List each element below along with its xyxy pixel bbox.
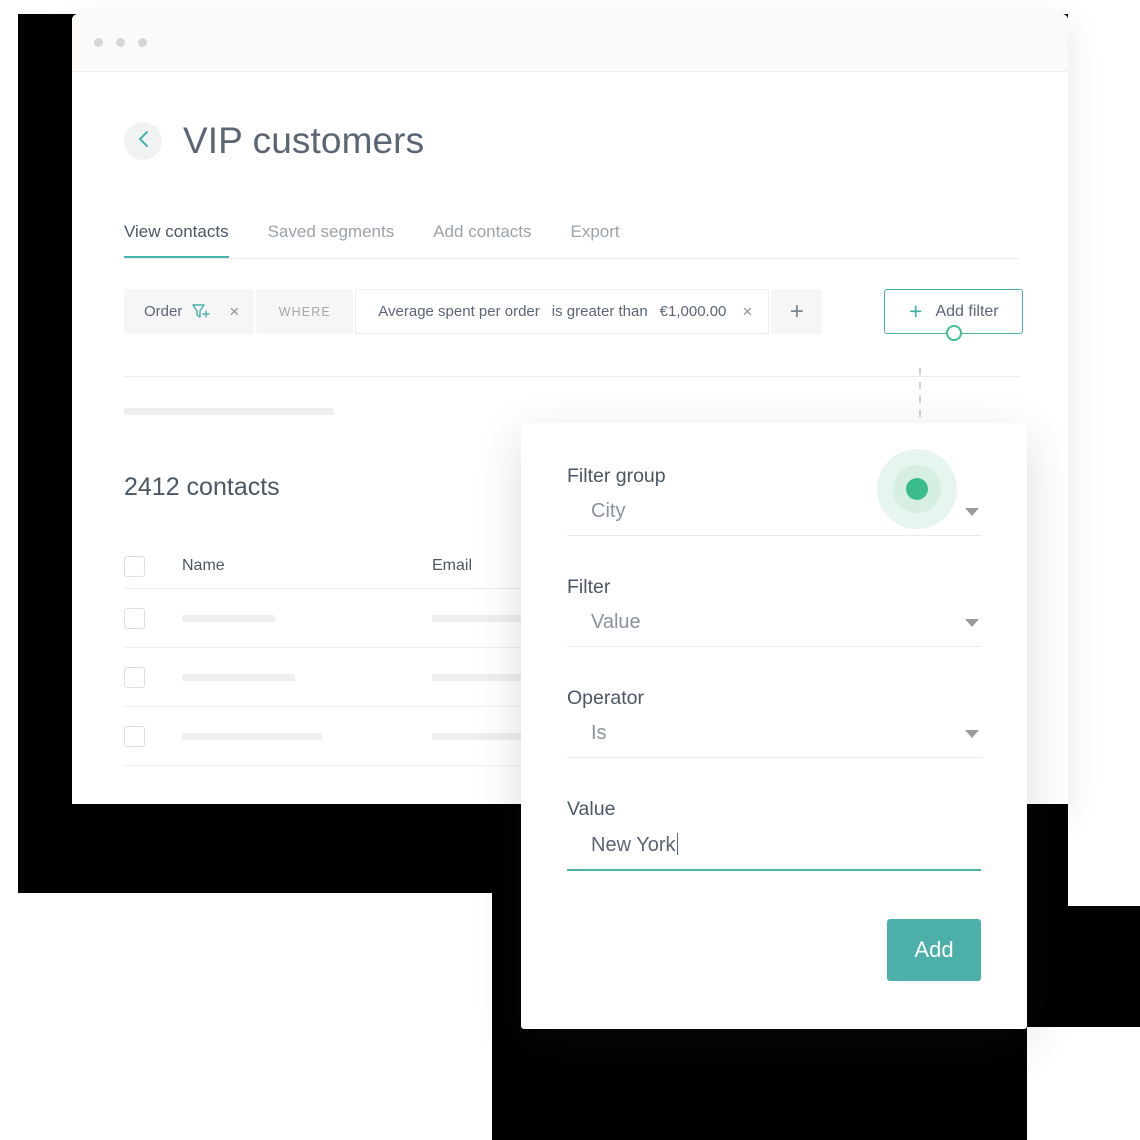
remove-condition-icon[interactable]: × <box>742 303 752 320</box>
row-select-cell[interactable] <box>124 607 182 629</box>
window-dot-maximize[interactable] <box>138 38 147 47</box>
column-header-name[interactable]: Name <box>182 557 432 575</box>
filter-label: Filter <box>567 576 611 598</box>
connector-dot <box>945 325 962 341</box>
filter-field: Filter Value <box>567 576 981 647</box>
content-divider <box>124 376 1020 377</box>
chevron-left-icon <box>137 129 150 154</box>
tab-export[interactable]: Export <box>571 222 620 258</box>
field-spacer <box>567 544 981 576</box>
backdrop-right <box>1068 0 1140 906</box>
operator-field: Operator Is <box>567 687 981 758</box>
skeleton-bar <box>182 673 295 681</box>
value-label: Value <box>567 798 616 820</box>
back-button[interactable] <box>124 122 162 160</box>
filter-group-select[interactable]: City <box>567 500 981 536</box>
operator-select[interactable]: Is <box>567 722 981 758</box>
tab-saved-segments[interactable]: Saved segments <box>268 222 395 258</box>
field-spacer <box>567 766 981 798</box>
row-name-placeholder <box>182 614 432 622</box>
skeleton-title-bar <box>124 408 334 415</box>
operator-value: Is <box>591 722 607 744</box>
filter-group-field: Filter group City <box>567 449 981 536</box>
chevron-down-icon[interactable] <box>965 729 979 738</box>
select-all-checkbox[interactable] <box>124 555 145 577</box>
condition-chip[interactable]: Average spent per order is greater than … <box>355 289 770 334</box>
funnel-plus-icon[interactable] <box>192 303 211 320</box>
window-dot-close[interactable] <box>94 38 103 47</box>
filter-select[interactable]: Value <box>567 611 981 647</box>
condition-value: €1,000.00 <box>659 303 727 320</box>
filter-group-label: Order <box>144 303 183 320</box>
remove-filter-group-icon[interactable]: × <box>229 303 239 320</box>
page-title: VIP customers <box>183 120 425 161</box>
add-button[interactable]: Add <box>887 919 981 981</box>
where-label: WHERE <box>256 289 354 334</box>
add-condition-button[interactable]: + <box>771 289 823 334</box>
select-all-cell[interactable] <box>124 555 182 577</box>
filter-popup-panel: Filter group City Filter Value Operator … <box>521 423 1027 1029</box>
page-header: VIP customers <box>72 72 1068 162</box>
tab-add-contacts[interactable]: Add contacts <box>433 222 531 258</box>
connector-dashed-line <box>919 368 921 424</box>
window-dot-minimize[interactable] <box>116 38 125 47</box>
field-spacer <box>567 655 981 687</box>
add-filter-label: Add filter <box>935 302 999 320</box>
text-cursor <box>676 833 678 855</box>
filter-group-chip[interactable]: Order × <box>124 289 255 334</box>
chevron-down-icon[interactable] <box>965 507 979 516</box>
row-checkbox[interactable] <box>124 666 145 688</box>
row-name-placeholder <box>182 732 432 740</box>
row-checkbox[interactable] <box>124 607 145 629</box>
add-filter-button[interactable]: + Add filter <box>884 289 1024 341</box>
panel-footer: Add <box>567 919 981 981</box>
row-select-cell[interactable] <box>124 725 182 747</box>
backdrop-bottom-right <box>1027 1027 1140 1140</box>
filter-group-label: Filter group <box>567 465 666 487</box>
filter-group-value: City <box>591 500 626 522</box>
row-select-cell[interactable] <box>124 666 182 688</box>
row-name-placeholder <box>182 673 432 681</box>
filter-value: Value <box>591 611 641 633</box>
tab-bar: View contacts Saved segments Add contact… <box>124 222 1020 259</box>
plus-icon: + <box>909 298 923 324</box>
skeleton-bar <box>182 614 275 622</box>
condition-field: Average spent per order <box>378 303 540 320</box>
window-title-bar <box>72 14 1068 72</box>
operator-label: Operator <box>567 687 644 709</box>
value-input[interactable]: New York <box>591 834 676 856</box>
row-checkbox[interactable] <box>124 725 145 747</box>
chevron-down-icon[interactable] <box>965 618 979 627</box>
value-input-wrapper[interactable]: New York <box>567 833 981 871</box>
filter-bar: Order × WHERE Average spent per order is… <box>124 289 1068 341</box>
backdrop-bottom-left <box>0 893 492 1140</box>
backdrop-top <box>0 0 1140 14</box>
condition-operator: is greater than <box>551 303 648 320</box>
value-field: Value New York <box>567 798 981 871</box>
tab-view-contacts[interactable]: View contacts <box>124 222 229 258</box>
skeleton-bar <box>182 732 322 740</box>
